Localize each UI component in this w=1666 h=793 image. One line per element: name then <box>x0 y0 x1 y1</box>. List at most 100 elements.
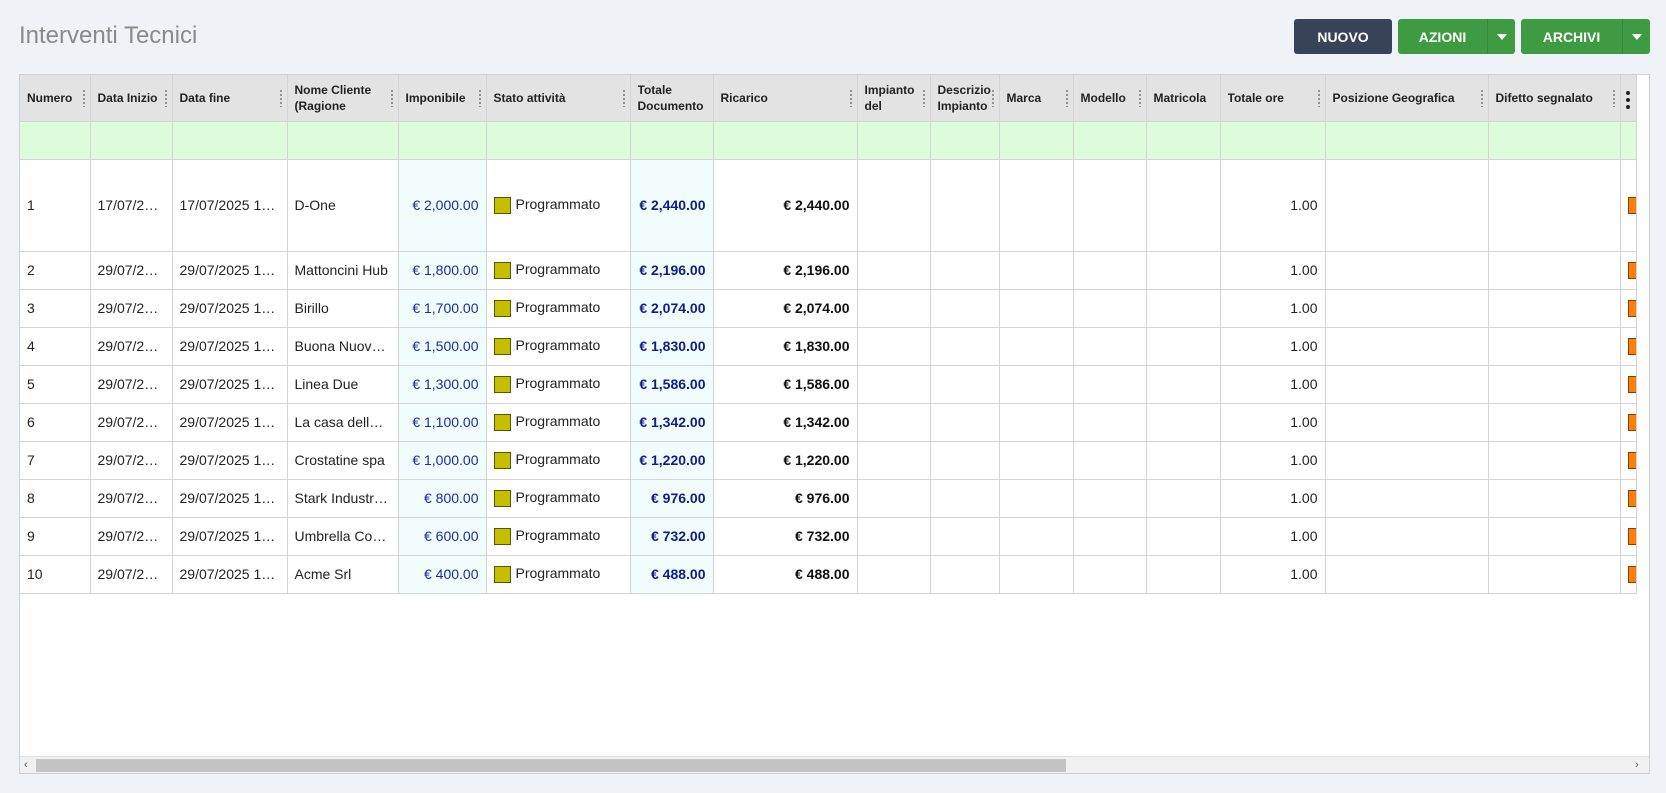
cell-data-fine[interactable]: 29/07/2025 1… <box>172 403 288 442</box>
cell-totale-ore[interactable]: 1.00 <box>1220 365 1326 404</box>
cell-ricarico[interactable]: € 1,830.00 <box>713 327 858 366</box>
column-header[interactable]: Totale ore <box>1220 75 1326 122</box>
cell-totale-ore[interactable]: 1.00 <box>1220 251 1326 290</box>
cell-difetto[interactable] <box>1488 251 1621 290</box>
cell-cliente[interactable]: Buona Nuova … <box>287 327 399 366</box>
cell-data-fine[interactable]: 29/07/2025 1… <box>172 517 288 556</box>
column-header[interactable]: Descrizio Impianto <box>930 75 1000 122</box>
scroll-right-icon[interactable]: › <box>1635 760 1645 771</box>
column-header[interactable]: Ricarico <box>713 75 858 122</box>
scrollbar-thumb[interactable] <box>36 759 1066 772</box>
cell-data-fine[interactable]: 29/07/2025 1… <box>172 479 288 518</box>
column-header[interactable]: Modello <box>1073 75 1147 122</box>
nuovo-button[interactable]: NUOVO <box>1294 19 1392 54</box>
cell-posizione[interactable] <box>1325 251 1489 290</box>
table-row[interactable]: 7 29/07/2… 29/07/2025 1… Crostatine spa € 1,… <box>20 441 1637 480</box>
cell-modello[interactable] <box>1073 365 1147 404</box>
filter-cell[interactable] <box>486 121 631 160</box>
cell-descrizione-impianto[interactable] <box>930 403 1000 442</box>
cell-cliente[interactable]: Acme Srl <box>287 555 399 594</box>
column-header[interactable]: Difetto segnalato <box>1488 75 1621 122</box>
resize-handle-icon[interactable] <box>390 89 393 107</box>
cell-modello[interactable] <box>1073 159 1147 252</box>
resize-handle-icon[interactable] <box>1065 89 1068 107</box>
cell-matricola[interactable] <box>1146 555 1221 594</box>
cell-data-fine[interactable]: 29/07/2025 1… <box>172 365 288 404</box>
cell-posizione[interactable] <box>1325 289 1489 328</box>
cell-imponibile[interactable]: € 800.00 <box>398 479 487 518</box>
cell-totale-documento[interactable]: € 1,586.00 <box>630 365 714 404</box>
scroll-left-icon[interactable]: ‹ <box>24 760 34 771</box>
cell-stato[interactable]: Programmato <box>486 403 631 442</box>
cell-cliente[interactable]: La casa della … <box>287 403 399 442</box>
cell-descrizione-impianto[interactable] <box>930 289 1000 328</box>
azioni-button[interactable]: AZIONI <box>1398 19 1487 54</box>
cell-posizione[interactable] <box>1325 327 1489 366</box>
table-row[interactable]: 1 17/07/2… 17/07/2025 1… D-One € 2,000.00 Pro… <box>20 159 1637 252</box>
cell-marca[interactable] <box>999 555 1074 594</box>
cell-difetto[interactable] <box>1488 441 1621 480</box>
cell-totale-ore[interactable]: 1.00 <box>1220 555 1326 594</box>
cell-descrizione-impianto[interactable] <box>930 159 1000 252</box>
cell-data-fine[interactable]: 17/07/2025 1… <box>172 159 288 252</box>
resize-handle-icon[interactable] <box>1612 89 1615 107</box>
filter-cell[interactable] <box>713 121 858 160</box>
cell-numero[interactable]: 8 <box>20 479 91 518</box>
cell-descrizione-impianto[interactable] <box>930 365 1000 404</box>
column-header[interactable]: Stato attività <box>486 75 631 122</box>
cell-descrizione-impianto[interactable] <box>930 517 1000 556</box>
resize-handle-icon[interactable] <box>1317 89 1320 107</box>
cell-numero[interactable]: 2 <box>20 251 91 290</box>
cell-totale-ore[interactable]: 1.00 <box>1220 159 1326 252</box>
filter-cell[interactable] <box>1488 121 1621 160</box>
cell-totale-ore[interactable]: 1.00 <box>1220 479 1326 518</box>
cell-marca[interactable] <box>999 251 1074 290</box>
cell-cliente[interactable]: Crostatine spa <box>287 441 399 480</box>
cell-totale-ore[interactable]: 1.00 <box>1220 517 1326 556</box>
cell-posizione[interactable] <box>1325 159 1489 252</box>
cell-matricola[interactable] <box>1146 403 1221 442</box>
cell-totale-ore[interactable]: 1.00 <box>1220 327 1326 366</box>
filter-cell[interactable] <box>999 121 1074 160</box>
column-header[interactable]: Imponibile <box>398 75 487 122</box>
cell-impianto[interactable] <box>857 365 931 404</box>
cell-data-inizio[interactable]: 29/07/2… <box>90 517 173 556</box>
cell-cliente[interactable]: Mattoncini Hub <box>287 251 399 290</box>
cell-difetto[interactable] <box>1488 159 1621 252</box>
cell-impianto[interactable] <box>857 289 931 328</box>
filter-cell[interactable] <box>20 121 91 160</box>
cell-cliente[interactable]: Linea Due <box>287 365 399 404</box>
cell-imponibile[interactable]: € 2,000.00 <box>398 159 487 252</box>
cell-ricarico[interactable]: € 1,220.00 <box>713 441 858 480</box>
cell-posizione[interactable] <box>1325 555 1489 594</box>
cell-cliente[interactable]: D-One <box>287 159 399 252</box>
cell-descrizione-impianto[interactable] <box>930 479 1000 518</box>
cell-totale-documento[interactable]: € 1,830.00 <box>630 327 714 366</box>
cell-data-fine[interactable]: 29/07/2025 1… <box>172 251 288 290</box>
cell-data-fine[interactable]: 29/07/2025 1… <box>172 327 288 366</box>
archivi-button[interactable]: ARCHIVI <box>1521 19 1622 54</box>
filter-cell[interactable] <box>1146 121 1221 160</box>
cell-stato[interactable]: Programmato <box>486 517 631 556</box>
cell-data-inizio[interactable]: 29/07/2… <box>90 251 173 290</box>
resize-handle-icon[interactable] <box>82 89 85 107</box>
cell-matricola[interactable] <box>1146 479 1221 518</box>
cell-numero[interactable]: 6 <box>20 403 91 442</box>
cell-matricola[interactable] <box>1146 441 1221 480</box>
cell-data-inizio[interactable]: 29/07/2… <box>90 365 173 404</box>
cell-imponibile[interactable]: € 1,000.00 <box>398 441 487 480</box>
cell-impianto[interactable] <box>857 441 931 480</box>
horizontal-scrollbar[interactable]: ‹ › <box>20 756 1649 773</box>
cell-impianto[interactable] <box>857 159 931 252</box>
column-header[interactable]: Data fine <box>172 75 288 122</box>
cell-numero[interactable]: 7 <box>20 441 91 480</box>
filter-cell[interactable] <box>287 121 399 160</box>
cell-totale-documento[interactable]: € 976.00 <box>630 479 714 518</box>
cell-difetto[interactable] <box>1488 365 1621 404</box>
cell-ricarico[interactable]: € 488.00 <box>713 555 858 594</box>
cell-totale-ore[interactable]: 1.00 <box>1220 441 1326 480</box>
cell-numero[interactable]: 5 <box>20 365 91 404</box>
cell-totale-documento[interactable]: € 2,440.00 <box>630 159 714 252</box>
cell-modello[interactable] <box>1073 479 1147 518</box>
cell-modello[interactable] <box>1073 441 1147 480</box>
